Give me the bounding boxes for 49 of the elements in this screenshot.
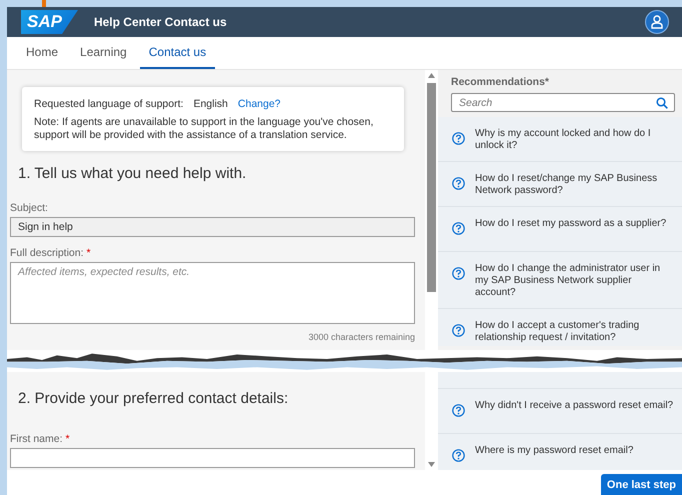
item-text: Why didn't I receive a password reset email? [475,400,674,412]
help-icon [452,267,465,280]
item-text: How do I accept a customer's trading relationship request / invitation? [475,320,640,344]
one-last-step-button[interactable]: One last step [600,474,682,495]
user-avatar[interactable] [645,10,669,34]
help-icon [452,132,465,145]
recommendation-item[interactable]: Why didn't I receive a password reset email? [438,389,682,434]
tab[interactable]: Learning [71,37,136,69]
window-title: Help Center Contact us [94,15,227,29]
scroll-up-icon[interactable] [428,73,435,78]
recommendation-item[interactable]: How do I reset/change my SAP Business Network password? [438,162,682,207]
search-icon[interactable] [656,97,668,109]
subject-field[interactable]: Sign in help [10,217,415,237]
recommendation-item[interactable]: How do I accept a customer's trading relationship request / invitation? [438,309,682,346]
item-text: How do I reset/change my SAP Business Network password? [475,173,658,197]
recommendation-item[interactable]: How do I reset my password as a supplier? [438,207,682,252]
recommendation-item[interactable]: Where is my password reset email? [438,434,682,470]
scroll-down-icon[interactable] [428,462,435,467]
tab[interactable]: Home [17,37,68,69]
language-label: Requested language of support: [34,98,184,110]
section-heading: 1. Tell us what you need help with. [18,165,248,182]
help-icon [452,324,465,337]
edge-marker [42,0,46,7]
help-icon [452,404,465,417]
section-heading: 2. Provide your preferred contact details: [18,390,290,407]
description-field[interactable]: Affected items, expected results, etc. [10,262,415,324]
help-icon [452,177,465,190]
required-mark: * [86,247,91,259]
field-label: First name: [10,433,63,445]
logo: SAP [21,10,78,34]
user-icon [651,15,663,29]
character-counter: 3000 characters remaining [307,332,415,342]
item-text: How do I change the administrator user in my SAP Business Network supplier account? [475,263,662,299]
item-text: How do I reset my password as a supplier? [475,218,666,230]
change-link[interactable]: Change? [238,98,281,110]
field-label: Full description: [10,247,84,259]
search-field[interactable]: Search [451,93,675,112]
note-text: Note: If agents are unavailable to support in the language you've chosen, support will be provided with the assistance of a translation service. [34,116,374,142]
recommendations-title: Recommendations* [451,76,550,88]
required-mark: * [66,433,70,445]
field-label: Subject: [10,202,48,214]
recommendation-item[interactable]: How do I change the administrator user in my SAP Business Network supplier account? [438,252,682,309]
item-text: Where is my password reset email? [475,445,634,457]
help-icon [452,222,465,235]
help-icon [452,449,465,462]
first-name-field[interactable] [10,448,415,468]
item-text: Why is my account locked and how do I unlock it? [475,128,652,152]
language-value: English [193,98,228,110]
recommendation-item[interactable]: Why is my account locked and how do I unlock it? [438,117,682,162]
